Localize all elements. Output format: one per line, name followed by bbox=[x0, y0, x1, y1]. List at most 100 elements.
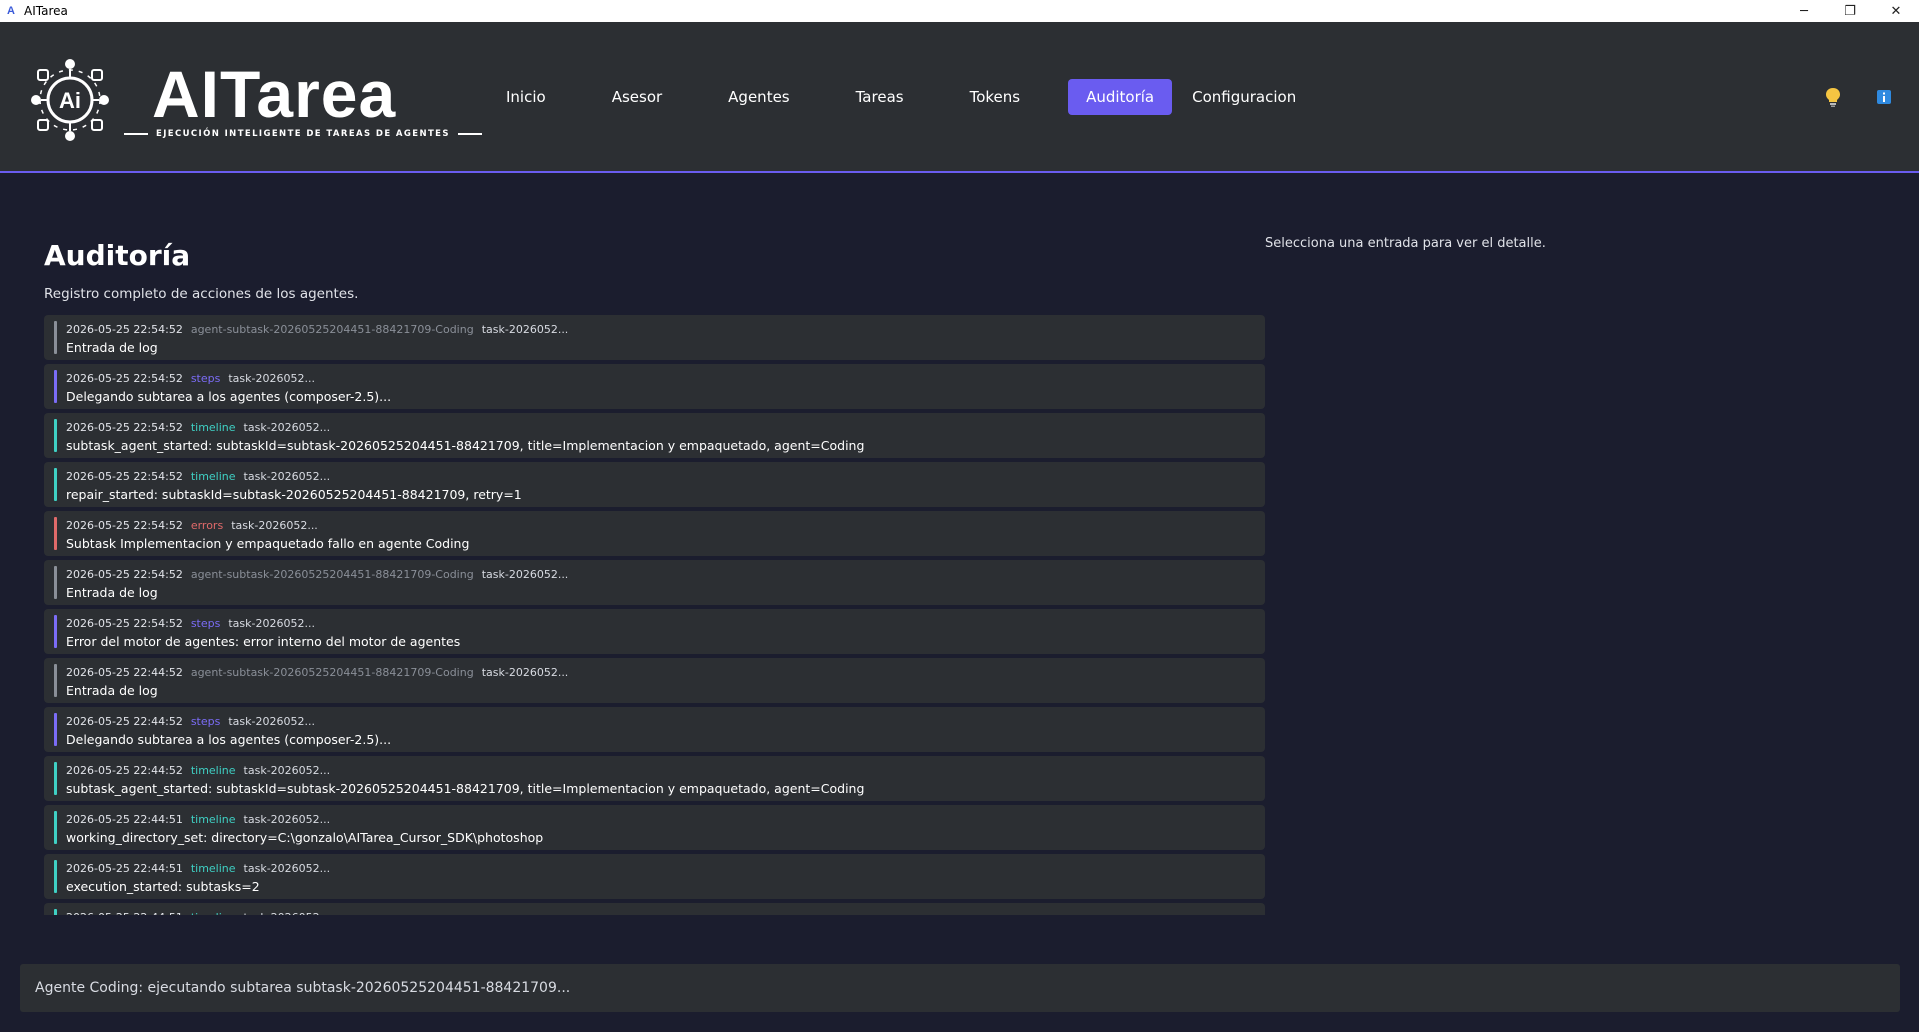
log-task-id: task-2026052... bbox=[243, 421, 331, 434]
log-task-id: task-2026052... bbox=[481, 568, 569, 581]
log-meta: 2026-05-25 22:44:52 timeline task-2026052.… bbox=[66, 764, 330, 777]
log-entry[interactable]: 2026-05-25 22:44:52 steps task-2026052... D… bbox=[44, 707, 1265, 752]
tagline-rule-left bbox=[124, 133, 148, 135]
log-timestamp: 2026-05-25 22:44:52 bbox=[66, 666, 183, 679]
brand-logo[interactable]: Ai AITarea EJECUCIÓN INTELIGENTE DE TARE… bbox=[26, 56, 482, 144]
log-kind-indicator bbox=[54, 566, 57, 599]
log-timestamp: 2026-05-25 22:54:52 bbox=[66, 617, 183, 630]
log-meta: 2026-05-25 22:54:52 timeline task-2026052.… bbox=[66, 470, 330, 483]
nav-item-tokens[interactable]: Tokens bbox=[952, 79, 1039, 115]
log-entry[interactable]: 2026-05-25 22:54:52 timeline task-2026052.… bbox=[44, 462, 1265, 507]
log-kind-indicator bbox=[54, 860, 57, 893]
log-timestamp: 2026-05-25 22:44:52 bbox=[66, 764, 183, 777]
log-timestamp: 2026-05-25 22:44:51 bbox=[66, 813, 183, 826]
log-kind-indicator bbox=[54, 517, 57, 550]
tagline-text: EJECUCIÓN INTELIGENTE DE TAREAS DE AGENT… bbox=[156, 129, 450, 139]
log-timestamp: 2026-05-25 22:54:52 bbox=[66, 323, 183, 336]
log-kind-indicator bbox=[54, 909, 57, 915]
log-timestamp: 2026-05-25 22:44:51 bbox=[66, 862, 183, 875]
log-task-id: task-2026052... bbox=[243, 470, 331, 483]
log-source: steps bbox=[190, 715, 221, 728]
log-message: Entrada de log bbox=[66, 585, 158, 600]
log-entry[interactable]: 2026-05-25 22:44:51 timeline task-2026052.… bbox=[44, 854, 1265, 899]
log-source: agent-subtask-20260525204451-88421709-Co… bbox=[190, 666, 474, 679]
nav-item-inicio[interactable]: Inicio bbox=[488, 79, 564, 115]
minimize-button[interactable]: ─ bbox=[1781, 0, 1827, 22]
log-entry[interactable]: 2026-05-25 22:54:52 timeline task-2026052.… bbox=[44, 413, 1265, 458]
nav-item-auditoria[interactable]: Auditoría bbox=[1068, 79, 1173, 115]
log-message: subtask_agent_started: subtaskId=subtask… bbox=[66, 781, 865, 796]
log-meta: 2026-05-25 22:44:51 timeline task-2026052.… bbox=[66, 862, 330, 875]
log-source: timeline bbox=[190, 421, 236, 434]
nav-item-asesor[interactable]: Asesor bbox=[594, 79, 680, 115]
log-timestamp: 2026-05-25 22:54:52 bbox=[66, 519, 183, 532]
log-meta: 2026-05-25 22:44:51 timeline task-2026052.… bbox=[66, 911, 330, 915]
log-timestamp: 2026-05-25 22:54:52 bbox=[66, 568, 183, 581]
nav-item-tareas[interactable]: Tareas bbox=[838, 79, 922, 115]
log-source: errors bbox=[190, 519, 224, 532]
log-source: agent-subtask-20260525204451-88421709-Co… bbox=[190, 323, 474, 336]
log-source: timeline bbox=[190, 862, 236, 875]
window-titlebar: A AITarea ─ ❐ ✕ bbox=[0, 0, 1919, 22]
log-meta: 2026-05-25 22:54:52 errors task-2026052... bbox=[66, 519, 318, 532]
log-message: Entrada de log bbox=[66, 683, 158, 698]
log-source: timeline bbox=[190, 470, 236, 483]
log-timestamp: 2026-05-25 22:54:52 bbox=[66, 470, 183, 483]
log-message: Delegando subtarea a los agentes (compos… bbox=[66, 389, 392, 404]
nav-item-agentes[interactable]: Agentes bbox=[710, 79, 807, 115]
close-button[interactable]: ✕ bbox=[1873, 0, 1919, 22]
log-kind-indicator bbox=[54, 321, 57, 354]
log-entry[interactable]: 2026-05-25 22:44:51 timeline task-2026052.… bbox=[44, 903, 1265, 915]
log-timestamp: 2026-05-25 22:44:52 bbox=[66, 715, 183, 728]
info-icon[interactable] bbox=[1873, 86, 1895, 108]
log-entry[interactable]: 2026-05-25 22:54:52 steps task-2026052... D… bbox=[44, 364, 1265, 409]
log-message: Subtask Implementacion y empaquetado fal… bbox=[66, 536, 470, 551]
brand-tagline: EJECUCIÓN INTELIGENTE DE TAREAS DE AGENT… bbox=[124, 129, 482, 139]
log-entry[interactable]: 2026-05-25 22:54:52 agent-subtask-2026052… bbox=[44, 315, 1265, 360]
log-meta: 2026-05-25 22:44:51 timeline task-2026052.… bbox=[66, 813, 330, 826]
log-meta: 2026-05-25 22:44:52 steps task-2026052... bbox=[66, 715, 315, 728]
log-meta: 2026-05-25 22:54:52 agent-subtask-2026052… bbox=[66, 323, 568, 336]
log-message: Error del motor de agentes: error intern… bbox=[66, 634, 461, 649]
log-task-id: task-2026052... bbox=[244, 911, 331, 915]
log-kind-indicator bbox=[54, 615, 57, 648]
log-meta: 2026-05-25 22:54:52 timeline task-2026052.… bbox=[66, 421, 330, 434]
window-title: AITarea bbox=[24, 4, 68, 18]
log-source: steps bbox=[190, 372, 221, 385]
log-kind-indicator bbox=[54, 811, 57, 844]
log-meta: 2026-05-25 22:54:52 steps task-2026052... bbox=[66, 372, 315, 385]
log-task-id: task-2026052... bbox=[481, 666, 569, 679]
tagline-rule-right bbox=[457, 133, 482, 135]
log-kind-indicator bbox=[54, 762, 57, 795]
lightbulb-icon[interactable] bbox=[1822, 86, 1844, 108]
log-entry[interactable]: 2026-05-25 22:54:52 errors task-2026052...… bbox=[44, 511, 1265, 556]
log-source: timeline bbox=[190, 813, 236, 826]
log-entry[interactable]: 2026-05-25 22:44:51 timeline task-2026052.… bbox=[44, 805, 1265, 850]
log-message: execution_started: subtasks=2 bbox=[66, 879, 260, 894]
log-task-id: task-2026052... bbox=[228, 715, 315, 728]
nav-item-configuracion[interactable]: Configuracion bbox=[1174, 79, 1314, 115]
ai-network-icon: Ai bbox=[31, 59, 109, 141]
log-kind-indicator bbox=[54, 370, 57, 403]
app-icon: A bbox=[7, 5, 15, 17]
log-entry[interactable]: 2026-05-25 22:54:52 agent-subtask-2026052… bbox=[44, 560, 1265, 605]
log-entry[interactable]: 2026-05-25 22:44:52 agent-subtask-2026052… bbox=[44, 658, 1265, 703]
app-header: Ai AITarea EJECUCIÓN INTELIGENTE DE TARE… bbox=[0, 22, 1919, 173]
log-entry[interactable]: 2026-05-25 22:44:52 timeline task-2026052.… bbox=[44, 756, 1265, 801]
log-timestamp: 2026-05-25 22:44:51 bbox=[66, 911, 183, 915]
log-meta: 2026-05-25 22:44:52 agent-subtask-2026052… bbox=[66, 666, 568, 679]
log-task-id: task-2026052... bbox=[481, 323, 569, 336]
brand-text: AITarea EJECUCIÓN INTELIGENTE DE TAREAS … bbox=[124, 61, 482, 139]
log-source: timeline bbox=[191, 911, 236, 915]
restore-button[interactable]: ❐ bbox=[1827, 0, 1873, 22]
log-entry[interactable]: 2026-05-25 22:54:52 steps task-2026052... E… bbox=[44, 609, 1265, 654]
log-task-id: task-2026052... bbox=[243, 862, 331, 875]
main-nav: Inicio Asesor Agentes Tareas Tokens Audi… bbox=[488, 79, 1314, 115]
detail-placeholder: Selecciona una entrada para ver el detal… bbox=[1265, 236, 1546, 251]
log-message: Entrada de log bbox=[66, 340, 158, 355]
log-source: timeline bbox=[190, 764, 236, 777]
audit-log-list[interactable]: 2026-05-25 22:54:52 agent-subtask-2026052… bbox=[44, 315, 1265, 915]
page-subtitle: Registro completo de acciones de los age… bbox=[44, 286, 359, 302]
log-kind-indicator bbox=[54, 664, 57, 697]
log-task-id: task-2026052... bbox=[228, 372, 315, 385]
